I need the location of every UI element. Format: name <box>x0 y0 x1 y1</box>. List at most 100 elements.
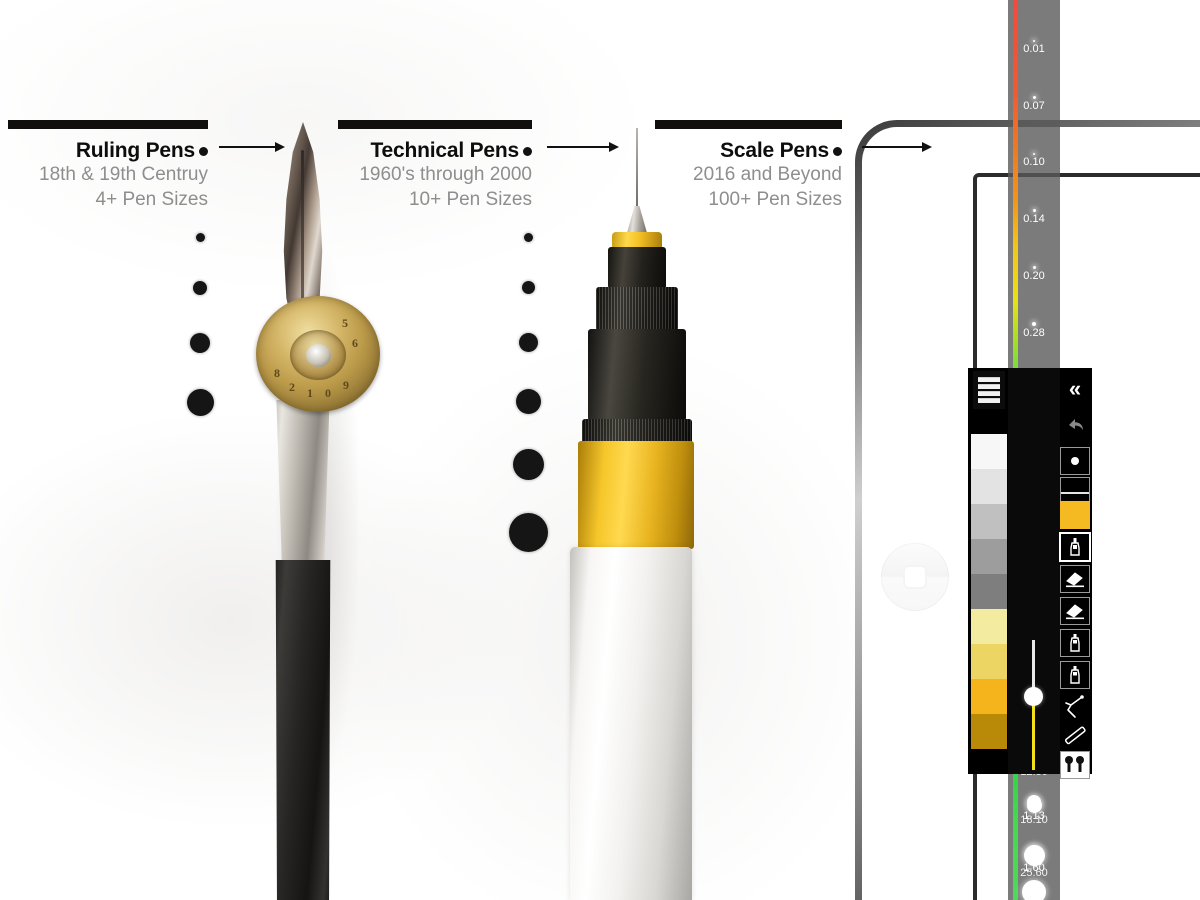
scale-item-value: 0.01 <box>1023 43 1045 55</box>
scale-item-value: 0.20 <box>1023 270 1045 282</box>
group-rule-bar <box>8 120 208 129</box>
compass-icon <box>1062 694 1088 720</box>
scale-item[interactable]: 0.28 <box>1008 322 1060 340</box>
arrow-to-tablet <box>862 142 932 152</box>
size-dot <box>190 333 210 353</box>
current-color[interactable] <box>1056 498 1094 532</box>
swatch-pale-yellow[interactable] <box>971 609 1007 644</box>
layer-bar <box>978 384 1000 389</box>
size-dot <box>508 513 548 552</box>
undo-button[interactable] <box>1056 408 1094 442</box>
swatch-light-gray[interactable] <box>971 469 1007 504</box>
collapse-button[interactable]: « <box>1056 372 1094 406</box>
dot-size-button[interactable] <box>1056 444 1094 478</box>
scale-item[interactable]: 1.60 <box>1008 845 1060 875</box>
group-subtitle-era: 18th & 19th Centruy <box>39 164 208 185</box>
size-dot <box>195 233 205 242</box>
wheel-num: 1 <box>307 386 313 400</box>
scale-item-dot <box>1032 96 1036 99</box>
screenshot-root: 8 2 1 0 9 6 5 0.010.070.100.140.200.280.… <box>0 0 1200 900</box>
swatch-light-gold[interactable] <box>971 644 1007 679</box>
size-dot <box>521 281 535 294</box>
scale-item-dot <box>1032 266 1036 269</box>
group-subtitle-sizes: 100+ Pen Sizes <box>708 189 842 210</box>
group-title: Scale Pens <box>720 139 829 162</box>
layers-icon[interactable] <box>973 371 1005 409</box>
size-dot <box>512 449 544 480</box>
wheel-num: 9 <box>343 378 349 392</box>
group-ruling-pens: Ruling Pens 18th & 19th Centruy 4+ Pen S… <box>8 120 208 212</box>
layer-bar <box>978 391 1000 396</box>
swatch-white[interactable] <box>971 434 1007 469</box>
size-dot <box>515 389 541 414</box>
eraser-icon <box>1060 597 1090 625</box>
bullet-icon <box>833 146 842 156</box>
layer-bar <box>978 377 1000 382</box>
scale-item[interactable]: 0.07 <box>1008 96 1060 113</box>
scale-item[interactable]: 0.20 <box>1008 266 1060 283</box>
group-subtitle-era: 1960's through 2000 <box>359 164 532 185</box>
ruler-icon <box>1062 722 1088 748</box>
scale-item-value: 0.10 <box>1023 156 1045 168</box>
technical-pen-knurl-upper <box>596 287 678 331</box>
size-dot <box>518 333 538 352</box>
scale-item-dot <box>1026 845 1042 861</box>
undo-arrow-icon <box>1065 416 1085 434</box>
scale-item-value: 0.28 <box>1023 327 1045 339</box>
pen-tool[interactable] <box>1056 530 1094 564</box>
scale-item[interactable]: 0.14 <box>1008 209 1060 226</box>
technical-pen-body <box>588 329 686 421</box>
technical-pen-size-dots <box>508 225 554 575</box>
group-title: Ruling Pens <box>75 139 195 162</box>
layer-bar <box>978 398 1000 403</box>
swatch-amber[interactable] <box>971 679 1007 714</box>
dot-icon <box>1060 447 1090 475</box>
group-title: Technical Pens <box>370 139 519 162</box>
wheel-num: 6 <box>352 336 358 350</box>
group-rule-bar <box>338 120 532 129</box>
size-slider[interactable] <box>1024 640 1043 770</box>
pen-nib-icon <box>1059 532 1091 562</box>
ruler-tool[interactable] <box>1056 718 1094 752</box>
swatch-gray-2[interactable] <box>971 539 1007 574</box>
scale-item[interactable] <box>1008 880 1060 900</box>
arrow-to-ruling-pen <box>219 142 285 152</box>
scale-item-value: 0.14 <box>1023 213 1045 225</box>
scale-item-dot <box>1033 153 1035 155</box>
group-rule-bar <box>655 120 842 129</box>
brushes-tool[interactable] <box>1056 748 1094 782</box>
chevrons-left-icon: « <box>1068 375 1082 401</box>
ink-bottle-1[interactable] <box>1056 626 1094 660</box>
wheel-num: 8 <box>274 366 280 380</box>
scale-item[interactable]: 0.01 <box>1008 40 1060 56</box>
color-chip-icon <box>1060 501 1090 529</box>
group-subtitle-sizes: 10+ Pen Sizes <box>408 189 532 210</box>
bullet-icon <box>199 146 208 156</box>
wheel-num: 5 <box>342 316 348 330</box>
group-technical-pens: Technical Pens 1960's through 2000 10+ P… <box>338 120 532 212</box>
technical-pen-neck <box>608 247 666 289</box>
scale-item-value: 0.07 <box>1023 100 1045 112</box>
two-brushes-icon <box>1060 751 1090 779</box>
scale-item[interactable]: 1.13 <box>1008 795 1060 823</box>
eraser-tool-1[interactable] <box>1056 562 1094 596</box>
ruling-pen-screw <box>306 344 331 367</box>
swatch-gray-3[interactable] <box>971 574 1007 609</box>
technical-pen-yellow-grip <box>578 441 694 549</box>
wheel-num: 0 <box>325 386 331 400</box>
eraser-tool-2[interactable] <box>1056 594 1094 628</box>
ink-bottle-icon <box>1060 661 1090 689</box>
size-dot <box>523 233 533 242</box>
scale-item[interactable]: 0.10 <box>1008 153 1060 169</box>
ink-bottle-2[interactable] <box>1056 658 1094 692</box>
scale-item-value: 1.13 <box>1023 810 1045 822</box>
scale-item-dot <box>1022 880 1046 900</box>
swatch-dark-gold[interactable] <box>971 714 1007 749</box>
ruling-pen-handle <box>275 560 331 900</box>
scale-item-dot <box>1032 322 1036 326</box>
slider-track-lower <box>1032 695 1035 770</box>
swatch-gray-1[interactable] <box>971 504 1007 539</box>
scale-item-dot <box>1033 40 1035 42</box>
bullet-icon <box>523 146 532 156</box>
slider-knob[interactable] <box>1024 687 1043 706</box>
